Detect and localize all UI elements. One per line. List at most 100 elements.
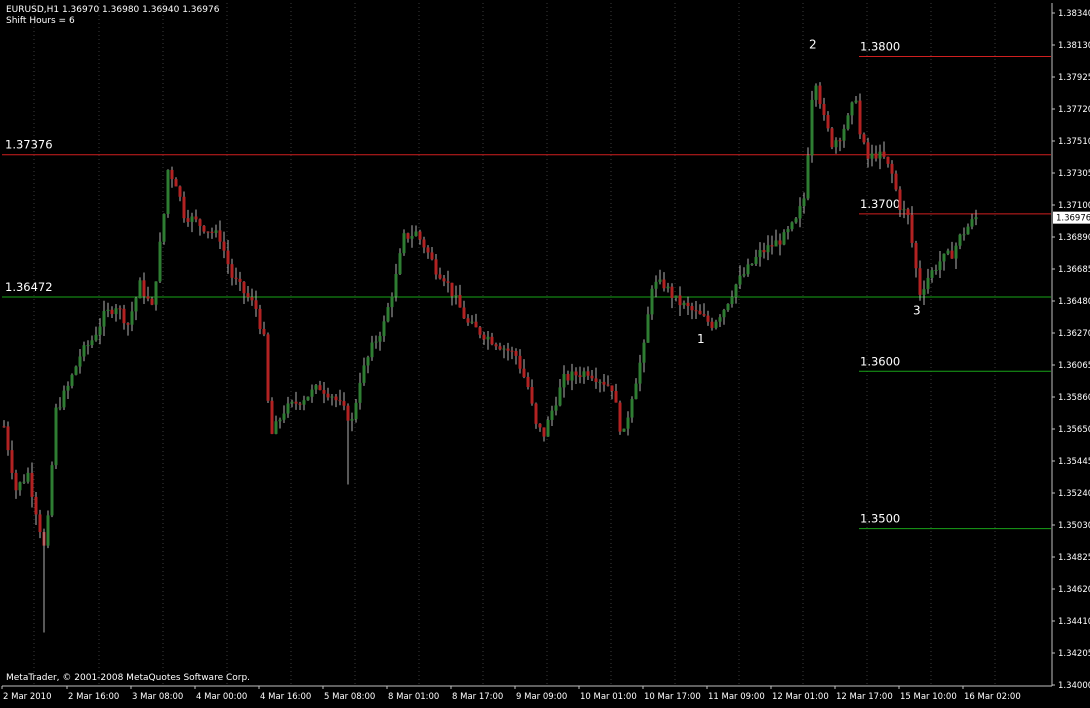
candle-body[interactable]: [82, 345, 86, 357]
candle-body[interactable]: [754, 256, 758, 264]
candle-body[interactable]: [94, 334, 98, 341]
candle-body[interactable]: [650, 288, 654, 315]
candle-body[interactable]: [190, 216, 194, 222]
candle-body[interactable]: [62, 390, 66, 408]
candle-body[interactable]: [26, 472, 30, 482]
candle-body[interactable]: [730, 297, 734, 304]
candle-body[interactable]: [330, 396, 334, 398]
candle-body[interactable]: [382, 321, 386, 337]
candle-body[interactable]: [86, 345, 90, 347]
candle-body[interactable]: [230, 264, 234, 278]
candle-body[interactable]: [242, 281, 246, 294]
candle-body[interactable]: [218, 230, 222, 242]
candle-body[interactable]: [30, 472, 34, 497]
candle-body[interactable]: [206, 231, 210, 233]
candle-body[interactable]: [526, 376, 530, 388]
candle-body[interactable]: [530, 387, 534, 404]
candle-body[interactable]: [166, 169, 170, 214]
candle-body[interactable]: [194, 216, 198, 220]
candle-body[interactable]: [246, 293, 250, 298]
candle-body[interactable]: [226, 250, 230, 265]
candle-body[interactable]: [458, 294, 462, 308]
candle-body[interactable]: [486, 336, 490, 340]
candle-body[interactable]: [350, 419, 354, 421]
candle-body[interactable]: [58, 407, 62, 409]
candle-body[interactable]: [726, 303, 730, 311]
candle-body[interactable]: [154, 281, 158, 305]
candle-body[interactable]: [482, 334, 486, 340]
candle-body[interactable]: [798, 206, 802, 219]
candle-body[interactable]: [454, 294, 458, 297]
candle-body[interactable]: [882, 151, 886, 157]
candle-body[interactable]: [366, 357, 370, 366]
candle-body[interactable]: [358, 382, 362, 403]
candle-body[interactable]: [782, 232, 786, 245]
candle-body[interactable]: [210, 231, 214, 233]
candle-body[interactable]: [114, 308, 118, 315]
candle-body[interactable]: [850, 102, 854, 116]
candle-body[interactable]: [610, 385, 614, 392]
candle-body[interactable]: [602, 381, 606, 385]
candle-body[interactable]: [22, 481, 26, 483]
candle-body[interactable]: [46, 515, 50, 546]
candle-body[interactable]: [294, 401, 298, 404]
candle-body[interactable]: [298, 403, 302, 405]
candle-body[interactable]: [174, 179, 178, 187]
candle-body[interactable]: [778, 240, 782, 245]
candle-body[interactable]: [866, 142, 870, 159]
candle-body[interactable]: [150, 298, 154, 305]
candle-body[interactable]: [550, 410, 554, 420]
candle-body[interactable]: [110, 309, 114, 315]
candle-body[interactable]: [570, 371, 574, 381]
candle-body[interactable]: [2, 426, 6, 428]
candle-body[interactable]: [658, 279, 662, 282]
candle-body[interactable]: [470, 321, 474, 323]
candle-body[interactable]: [438, 274, 442, 279]
candle-body[interactable]: [562, 373, 566, 388]
candle-body[interactable]: [870, 153, 874, 159]
candle-body[interactable]: [894, 173, 898, 190]
candle-body[interactable]: [38, 514, 42, 533]
candle-body[interactable]: [974, 217, 978, 220]
candle-body[interactable]: [546, 419, 550, 437]
candle-body[interactable]: [278, 419, 282, 422]
candle-body[interactable]: [422, 239, 426, 248]
candle-body[interactable]: [346, 405, 350, 421]
candle-body[interactable]: [938, 261, 942, 270]
candle-body[interactable]: [566, 373, 570, 381]
candle-body[interactable]: [518, 355, 522, 369]
candle-body[interactable]: [338, 400, 342, 402]
candle-body[interactable]: [690, 306, 694, 311]
candle-body[interactable]: [362, 365, 366, 383]
candle-body[interactable]: [14, 472, 18, 491]
candle-body[interactable]: [642, 342, 646, 363]
candle-body[interactable]: [578, 375, 582, 377]
candle-body[interactable]: [838, 140, 842, 142]
candle-body[interactable]: [126, 323, 130, 325]
candle-body[interactable]: [878, 151, 882, 159]
candle-body[interactable]: [682, 302, 686, 306]
candle-body[interactable]: [598, 381, 602, 383]
candle-body[interactable]: [90, 340, 94, 346]
candle-body[interactable]: [178, 186, 182, 197]
candle-body[interactable]: [678, 295, 682, 306]
candle-body[interactable]: [266, 334, 270, 401]
candle-body[interactable]: [446, 281, 450, 283]
candle-body[interactable]: [574, 371, 578, 376]
candle-body[interactable]: [890, 163, 894, 174]
candle-body[interactable]: [874, 153, 878, 159]
candle-body[interactable]: [326, 393, 330, 398]
candle-body[interactable]: [262, 328, 266, 335]
candle-body[interactable]: [742, 274, 746, 276]
candle-body[interactable]: [770, 245, 774, 247]
candle-body[interactable]: [954, 245, 958, 259]
candle-body[interactable]: [158, 241, 162, 282]
candle-body[interactable]: [138, 280, 142, 299]
candle-body[interactable]: [758, 250, 762, 257]
candle-body[interactable]: [790, 222, 794, 230]
candle-body[interactable]: [638, 362, 642, 384]
candle-body[interactable]: [710, 321, 714, 328]
candle-body[interactable]: [118, 308, 122, 310]
candle-body[interactable]: [18, 482, 22, 491]
candle-body[interactable]: [626, 417, 630, 429]
